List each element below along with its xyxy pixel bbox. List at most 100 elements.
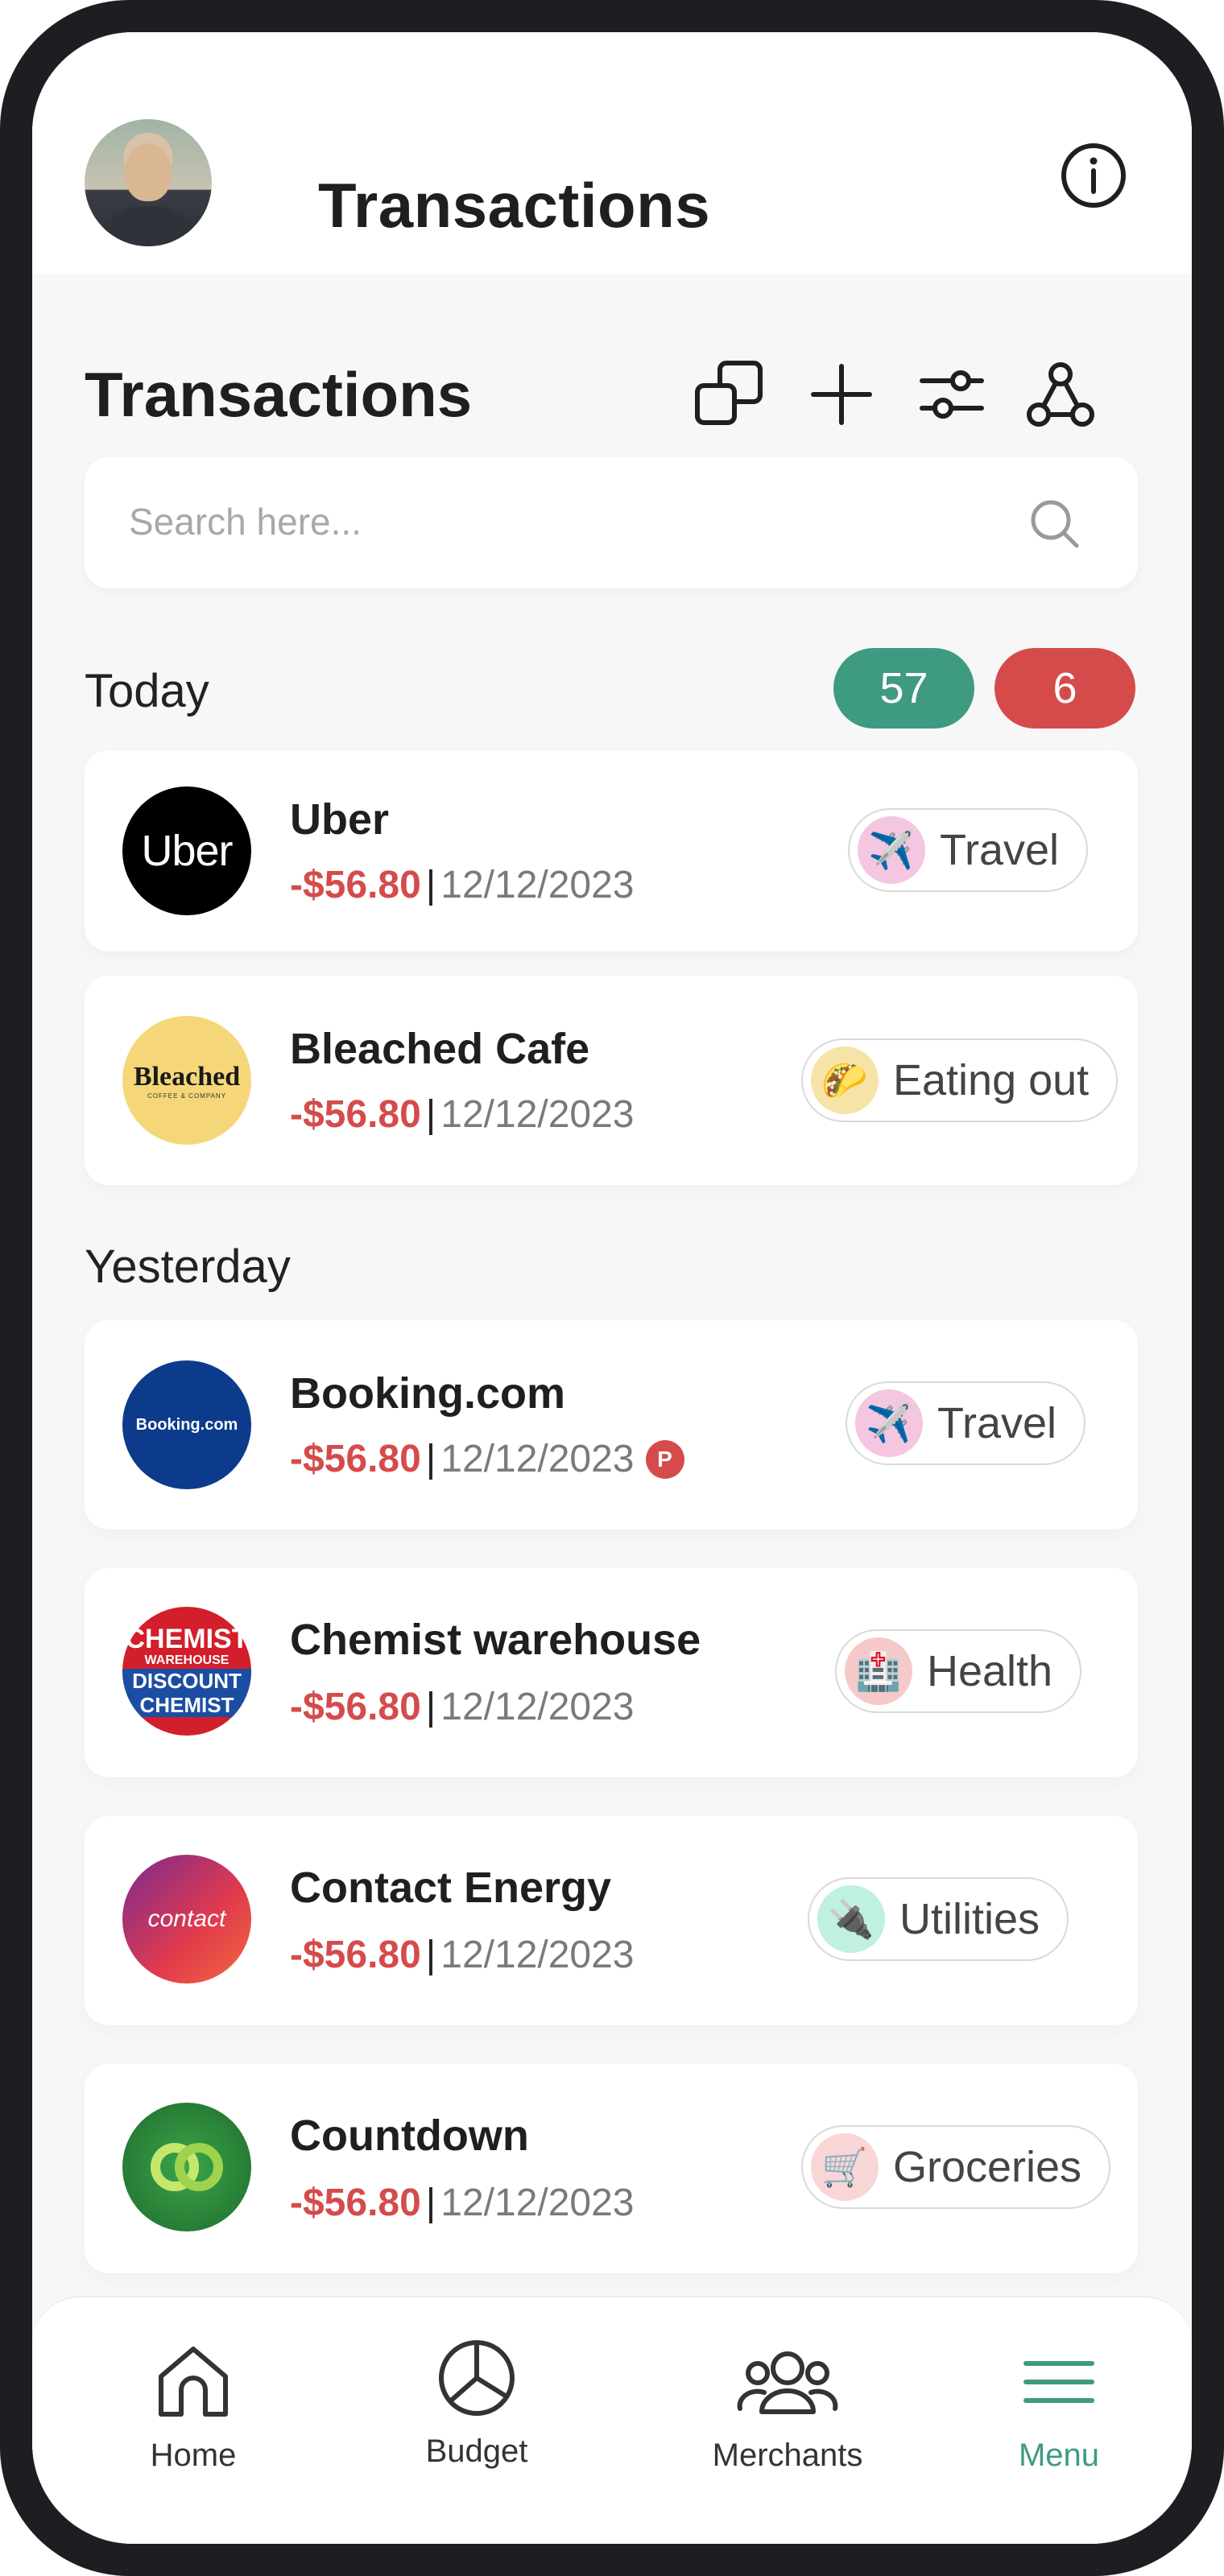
category-chip[interactable]: 🛒 Groceries bbox=[801, 2125, 1111, 2209]
avatar-face bbox=[125, 143, 172, 201]
logo-text: Uber bbox=[141, 827, 233, 875]
copy-icon[interactable] bbox=[693, 358, 765, 431]
logo-text: contact bbox=[147, 1905, 226, 1932]
transaction-card-contact-energy[interactable]: contact Contact Energy -$56.80 | 12/12/202… bbox=[85, 1816, 1138, 2025]
user-avatar[interactable] bbox=[85, 119, 212, 246]
separator: | bbox=[425, 1093, 436, 1136]
transaction-date: 12/12/2023 bbox=[440, 1438, 635, 1480]
info-icon[interactable] bbox=[1059, 141, 1128, 210]
airplane-icon: ✈️ bbox=[855, 1389, 923, 1457]
category-chip[interactable]: 🔌 Utilities bbox=[808, 1877, 1069, 1961]
category-chip[interactable]: ✈️ Travel bbox=[846, 1381, 1086, 1465]
transaction-date: 12/12/2023 bbox=[440, 2182, 635, 2224]
separator: | bbox=[425, 2182, 436, 2224]
transaction-amount: -$56.80 bbox=[290, 1686, 421, 1728]
merchant-name: Countdown bbox=[290, 2112, 529, 2160]
merchant-name: Contact Energy bbox=[290, 1864, 612, 1912]
transaction-card-uber[interactable]: Uber Uber -$56.80 | 12/12/2023 ✈️ Travel bbox=[85, 750, 1138, 952]
transaction-date: 12/12/2023 bbox=[440, 864, 635, 906]
search-bar bbox=[85, 457, 1138, 588]
bottom-navigation: Home Budget Merchants Menu bbox=[32, 2296, 1192, 2544]
separator: | bbox=[425, 1934, 436, 1976]
separator: | bbox=[425, 864, 436, 906]
category-label: Eating out bbox=[893, 1056, 1090, 1104]
nav-label-home: Home bbox=[150, 2438, 237, 2473]
home-icon bbox=[159, 2347, 228, 2417]
transaction-meta: -$56.80 | 12/12/2023 P bbox=[290, 1437, 684, 1481]
logo-text: Booking.com bbox=[135, 1415, 238, 1434]
category-chip[interactable]: 🏥 Health bbox=[835, 1629, 1082, 1713]
app-screen: Transactions Transactions Search here...… bbox=[32, 32, 1192, 2544]
category-label: Travel bbox=[940, 826, 1060, 874]
logo-text: Bleached bbox=[133, 1061, 241, 1092]
logo-text-2: WAREHOUSE bbox=[144, 1653, 229, 1667]
transaction-amount: -$56.80 bbox=[290, 1934, 421, 1976]
merchant-logo: Booking.com bbox=[122, 1360, 251, 1489]
transaction-date: 12/12/2023 bbox=[440, 1686, 635, 1728]
merchant-logo bbox=[122, 2103, 251, 2231]
transaction-amount: -$56.80 bbox=[290, 864, 421, 906]
nav-home[interactable]: Home bbox=[89, 2338, 298, 2499]
users-icon bbox=[737, 2351, 838, 2414]
category-label: Groceries bbox=[893, 2143, 1082, 2191]
category-label: Health bbox=[927, 1647, 1053, 1695]
count-badge-green: 57 bbox=[833, 648, 974, 729]
sliders-icon[interactable] bbox=[916, 358, 988, 431]
group-title-yesterday: Yesterday bbox=[85, 1241, 291, 1293]
category-label: Utilities bbox=[899, 1895, 1040, 1943]
count-badge-red: 6 bbox=[994, 648, 1135, 729]
menu-icon bbox=[1023, 2361, 1094, 2403]
transaction-meta: -$56.80 | 12/12/2023 bbox=[290, 1933, 635, 1977]
group-title-today: Today bbox=[85, 665, 209, 717]
merchant-logo: contact bbox=[122, 1855, 251, 1984]
merchant-logo: CHEMIST WAREHOUSE DISCOUNT CHEMIST bbox=[122, 1607, 251, 1736]
transaction-meta: -$56.80 | 12/12/2023 bbox=[290, 2181, 635, 2225]
section-title: Transactions bbox=[85, 359, 473, 430]
category-chip[interactable]: 🌮 Eating out bbox=[801, 1038, 1119, 1122]
merchant-name: Bleached Cafe bbox=[290, 1025, 590, 1073]
avatar-shirt bbox=[97, 206, 200, 246]
nav-menu[interactable]: Menu bbox=[954, 2338, 1164, 2499]
merchant-name: Booking.com bbox=[290, 1369, 566, 1418]
logo-text: CHEMIST bbox=[125, 1624, 249, 1654]
transaction-meta: -$56.80 | 12/12/2023 bbox=[290, 1092, 635, 1137]
transaction-amount: -$56.80 bbox=[290, 2182, 421, 2224]
separator: | bbox=[425, 1686, 436, 1728]
nav-label-merchants: Merchants bbox=[712, 2438, 863, 2473]
transaction-amount: -$56.80 bbox=[290, 1438, 421, 1480]
merchant-logo: Bleached COFFEE & COMPANY bbox=[122, 1016, 251, 1145]
nav-merchants[interactable]: Merchants bbox=[683, 2338, 892, 2499]
merchant-name: Uber bbox=[290, 795, 390, 844]
countdown-logo-icon bbox=[151, 2143, 223, 2191]
transaction-date: 12/12/2023 bbox=[440, 1093, 635, 1136]
page-title: Transactions bbox=[318, 170, 711, 241]
airplane-icon: ✈️ bbox=[858, 816, 925, 884]
taco-icon: 🌮 bbox=[811, 1046, 879, 1114]
transaction-card-bleached-cafe[interactable]: Bleached COFFEE & COMPANY Bleached Cafe … bbox=[85, 976, 1138, 1185]
hospital-icon: 🏥 bbox=[845, 1637, 912, 1705]
logo-text-3: DISCOUNT bbox=[122, 1669, 251, 1693]
pie-chart-icon bbox=[439, 2340, 515, 2416]
plug-icon: 🔌 bbox=[817, 1885, 885, 1953]
transaction-meta: -$56.80 | 12/12/2023 bbox=[290, 863, 635, 907]
transaction-amount: -$56.80 bbox=[290, 1093, 421, 1136]
transaction-card-chemist[interactable]: CHEMIST WAREHOUSE DISCOUNT CHEMIST Chemi… bbox=[85, 1568, 1138, 1777]
app-bar: Transactions bbox=[32, 32, 1192, 274]
transaction-card-countdown[interactable]: Countdown -$56.80 | 12/12/2023 🛒 Groceries bbox=[85, 2064, 1138, 2273]
device-frame: Transactions Transactions Search here...… bbox=[0, 0, 1224, 2576]
search-icon[interactable] bbox=[1027, 496, 1083, 552]
logo-text-4: CHEMIST bbox=[122, 1693, 251, 1717]
merchant-logo: Uber bbox=[122, 786, 251, 915]
logo-subtext: COFFEE & COMPANY bbox=[147, 1092, 227, 1100]
nav-label-budget: Budget bbox=[425, 2434, 528, 2469]
search-input[interactable] bbox=[129, 489, 1015, 554]
pending-badge: P bbox=[645, 1440, 684, 1479]
network-icon[interactable] bbox=[1024, 358, 1097, 431]
transaction-card-booking[interactable]: Booking.com Booking.com -$56.80 | 12/12/20… bbox=[85, 1320, 1138, 1530]
category-chip[interactable]: ✈️ Travel bbox=[848, 808, 1089, 892]
plus-icon[interactable] bbox=[805, 358, 878, 431]
category-label: Travel bbox=[937, 1399, 1057, 1447]
nav-budget[interactable]: Budget bbox=[372, 2334, 581, 2495]
nav-label-menu: Menu bbox=[1018, 2438, 1100, 2473]
shopping-cart-icon: 🛒 bbox=[811, 2133, 879, 2201]
